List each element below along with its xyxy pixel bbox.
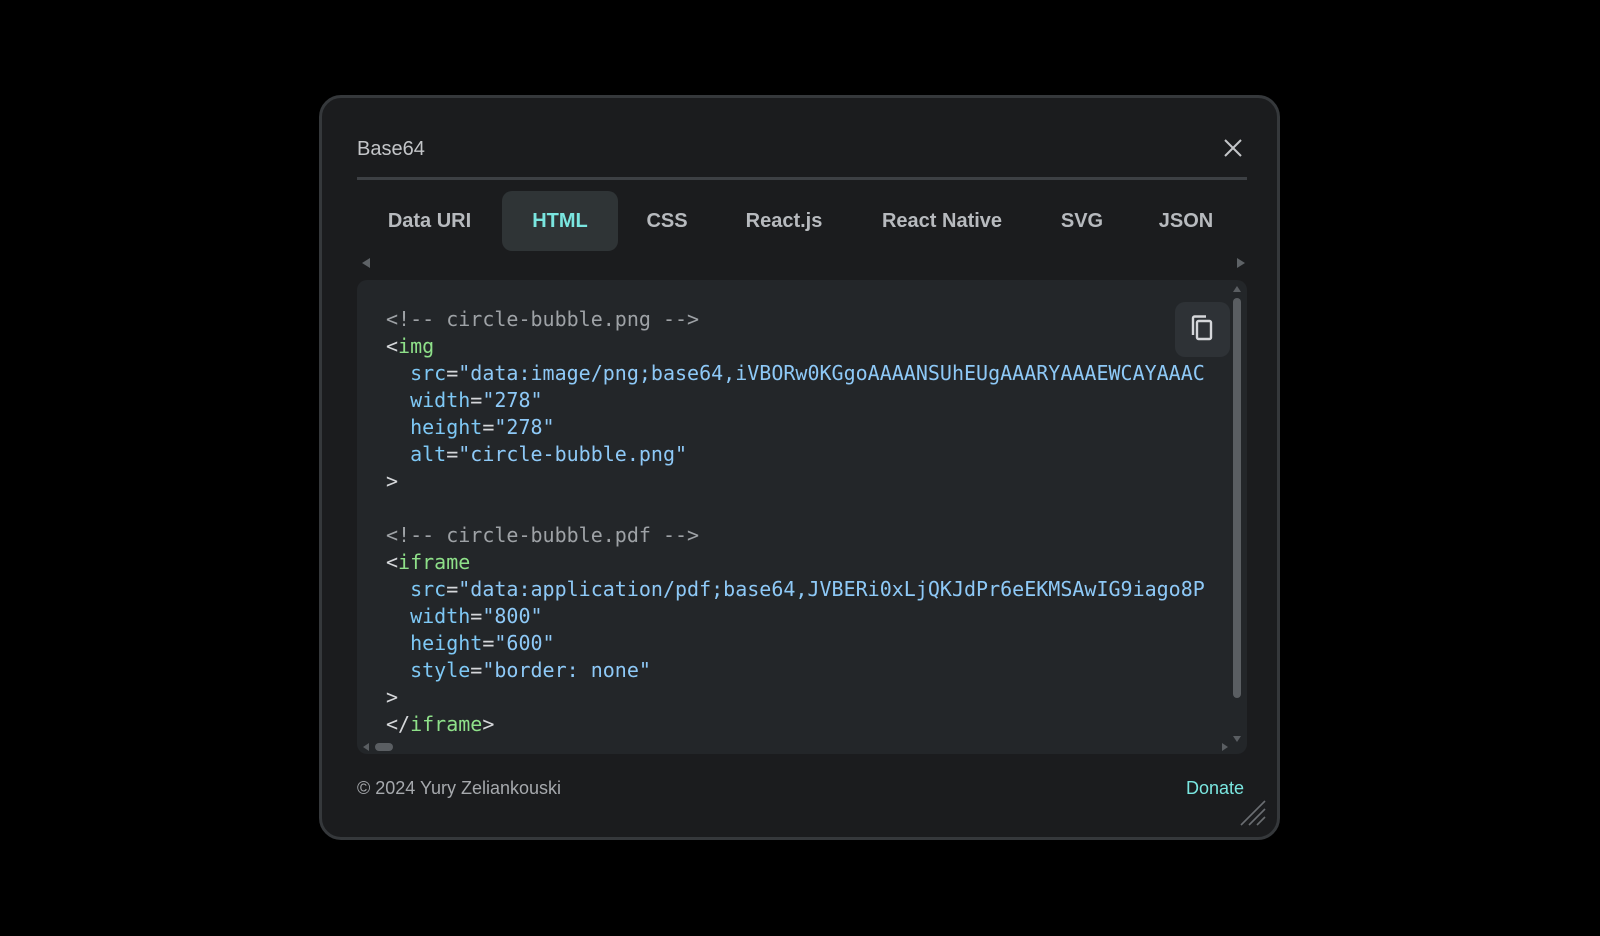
tab-react-js[interactable]: React.js xyxy=(716,191,852,251)
code-token: width xyxy=(386,388,471,412)
vertical-scrollbar[interactable] xyxy=(1233,298,1241,698)
code-token: <!-- circle-bubble.png --> xyxy=(386,307,700,331)
code-token: src xyxy=(386,361,447,385)
code-line: src="data:image/png;base64,iVBORw0KGgoAA… xyxy=(386,360,1238,387)
code-token: = xyxy=(446,577,459,601)
donate-link[interactable]: Donate xyxy=(1186,777,1244,799)
code-line: src="data:application/pdf;base64,JVBERi0… xyxy=(386,576,1238,603)
format-tabs: Data URI HTML CSS React.js React Native … xyxy=(357,191,1247,251)
tabs-scroll-left-arrow-icon[interactable] xyxy=(362,258,370,268)
code-token: "data:application/pdf;base64,JVBERi0xLjQ… xyxy=(458,577,1205,601)
code-output[interactable]: <!-- circle-bubble.png --> <img src="data… xyxy=(357,280,1247,754)
code-token: height xyxy=(386,631,483,655)
resize-handle-icon[interactable] xyxy=(1239,799,1267,827)
code-token: alt xyxy=(386,442,447,466)
code-token: style xyxy=(386,658,471,682)
scroll-up-arrow-icon[interactable] xyxy=(1233,286,1241,292)
scroll-left-arrow-icon[interactable] xyxy=(363,743,369,751)
code-token: "278" xyxy=(482,388,543,412)
base64-dialog: Base64 Data URI HTML CSS React.js React … xyxy=(319,95,1280,840)
tab-html[interactable]: HTML xyxy=(502,191,618,251)
close-button[interactable] xyxy=(1219,134,1247,162)
code-token: > xyxy=(386,469,399,493)
code-token: "data:image/png;base64,iVBORw0KGgoAAAANS… xyxy=(458,361,1205,385)
tab-react-native[interactable]: React Native xyxy=(852,191,1032,251)
code-line: alt="circle-bubble.png" xyxy=(386,441,1238,468)
copyright-text: © 2024 Yury Zeliankouski xyxy=(357,778,562,798)
code-token: = xyxy=(446,442,459,466)
code-token: = xyxy=(446,361,459,385)
code-line: > xyxy=(386,468,1238,495)
code-line: <iframe xyxy=(386,549,1238,576)
code-token: width xyxy=(386,604,471,628)
dialog-header: Base64 xyxy=(357,98,1247,180)
code-token: = xyxy=(482,415,495,439)
code-token: iframe xyxy=(410,712,483,736)
code-token: "600" xyxy=(494,631,555,655)
code-token: = xyxy=(470,604,483,628)
code-line: <!-- circle-bubble.pdf --> xyxy=(386,522,1238,549)
scroll-right-arrow-icon[interactable] xyxy=(1222,743,1228,751)
code-line: style="border: none" xyxy=(386,657,1238,684)
code-token: = xyxy=(482,631,495,655)
copy-button[interactable] xyxy=(1175,302,1230,357)
code-token: = xyxy=(470,388,483,412)
tab-data-uri[interactable]: Data URI xyxy=(357,191,502,251)
code-line: </iframe> xyxy=(386,711,1238,738)
code-token: < xyxy=(386,334,399,358)
code-token: "circle-bubble.png" xyxy=(458,442,688,466)
code-token: <!-- circle-bubble.pdf --> xyxy=(386,523,700,547)
code-token: = xyxy=(470,658,483,682)
code-token: src xyxy=(386,577,447,601)
code-line: width="800" xyxy=(386,603,1238,630)
tab-json[interactable]: JSON xyxy=(1132,191,1240,251)
code-line: <img xyxy=(386,333,1238,360)
code-token: > xyxy=(386,685,399,709)
dialog-title: Base64 xyxy=(357,138,425,160)
code-token: "278" xyxy=(494,415,555,439)
code-line: <!-- circle-bubble.png --> xyxy=(386,306,1238,333)
code-block[interactable]: <!-- circle-bubble.png --> <img src="data… xyxy=(386,306,1238,746)
code-token: height xyxy=(386,415,483,439)
code-line: width="278" xyxy=(386,387,1238,414)
tab-svg[interactable]: SVG xyxy=(1032,191,1132,251)
code-token: iframe xyxy=(398,550,471,574)
code-token: </ xyxy=(386,712,411,736)
horizontal-scrollbar[interactable] xyxy=(375,743,393,751)
code-token: img xyxy=(398,334,435,358)
code-line: > xyxy=(386,684,1238,711)
code-token: < xyxy=(386,550,399,574)
code-line: height="600" xyxy=(386,630,1238,657)
code-token: "border: none" xyxy=(482,658,651,682)
code-line: height="278" xyxy=(386,414,1238,441)
tabs-scroll-right-arrow-icon[interactable] xyxy=(1237,258,1245,268)
code-token: "800" xyxy=(482,604,543,628)
copy-icon xyxy=(1191,315,1213,341)
close-icon xyxy=(1224,139,1242,157)
tab-css[interactable]: CSS xyxy=(618,191,716,251)
code-token: > xyxy=(482,712,495,736)
scroll-down-arrow-icon[interactable] xyxy=(1233,736,1241,742)
